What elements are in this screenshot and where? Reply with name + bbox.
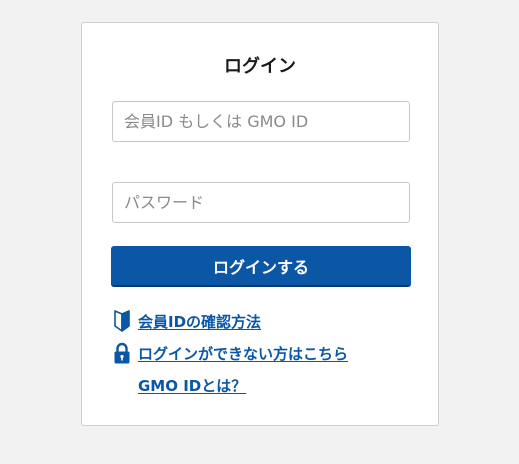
member-id-help-link[interactable]: 会員IDの確認方法: [138, 311, 261, 332]
cannot-login-row: ログインができない方はこちら: [112, 341, 348, 365]
lock-icon: [112, 341, 132, 365]
cannot-login-link[interactable]: ログインができない方はこちら: [138, 343, 348, 364]
gmo-id-about-link[interactable]: GMO IDとは？: [138, 375, 246, 396]
password-input[interactable]: [112, 182, 410, 223]
page-title: ログイン: [224, 56, 296, 77]
login-button[interactable]: ログインする: [111, 246, 411, 287]
gmo-id-about-row: GMO IDとは？: [112, 373, 246, 397]
login-card: ログイン ログインする 会員IDの確認方法 ログインができない方はこちら GMO…: [81, 22, 439, 426]
member-id-help-row: 会員IDの確認方法: [112, 309, 261, 333]
beginner-mark-icon: [112, 309, 132, 333]
member-id-input[interactable]: [112, 101, 410, 142]
